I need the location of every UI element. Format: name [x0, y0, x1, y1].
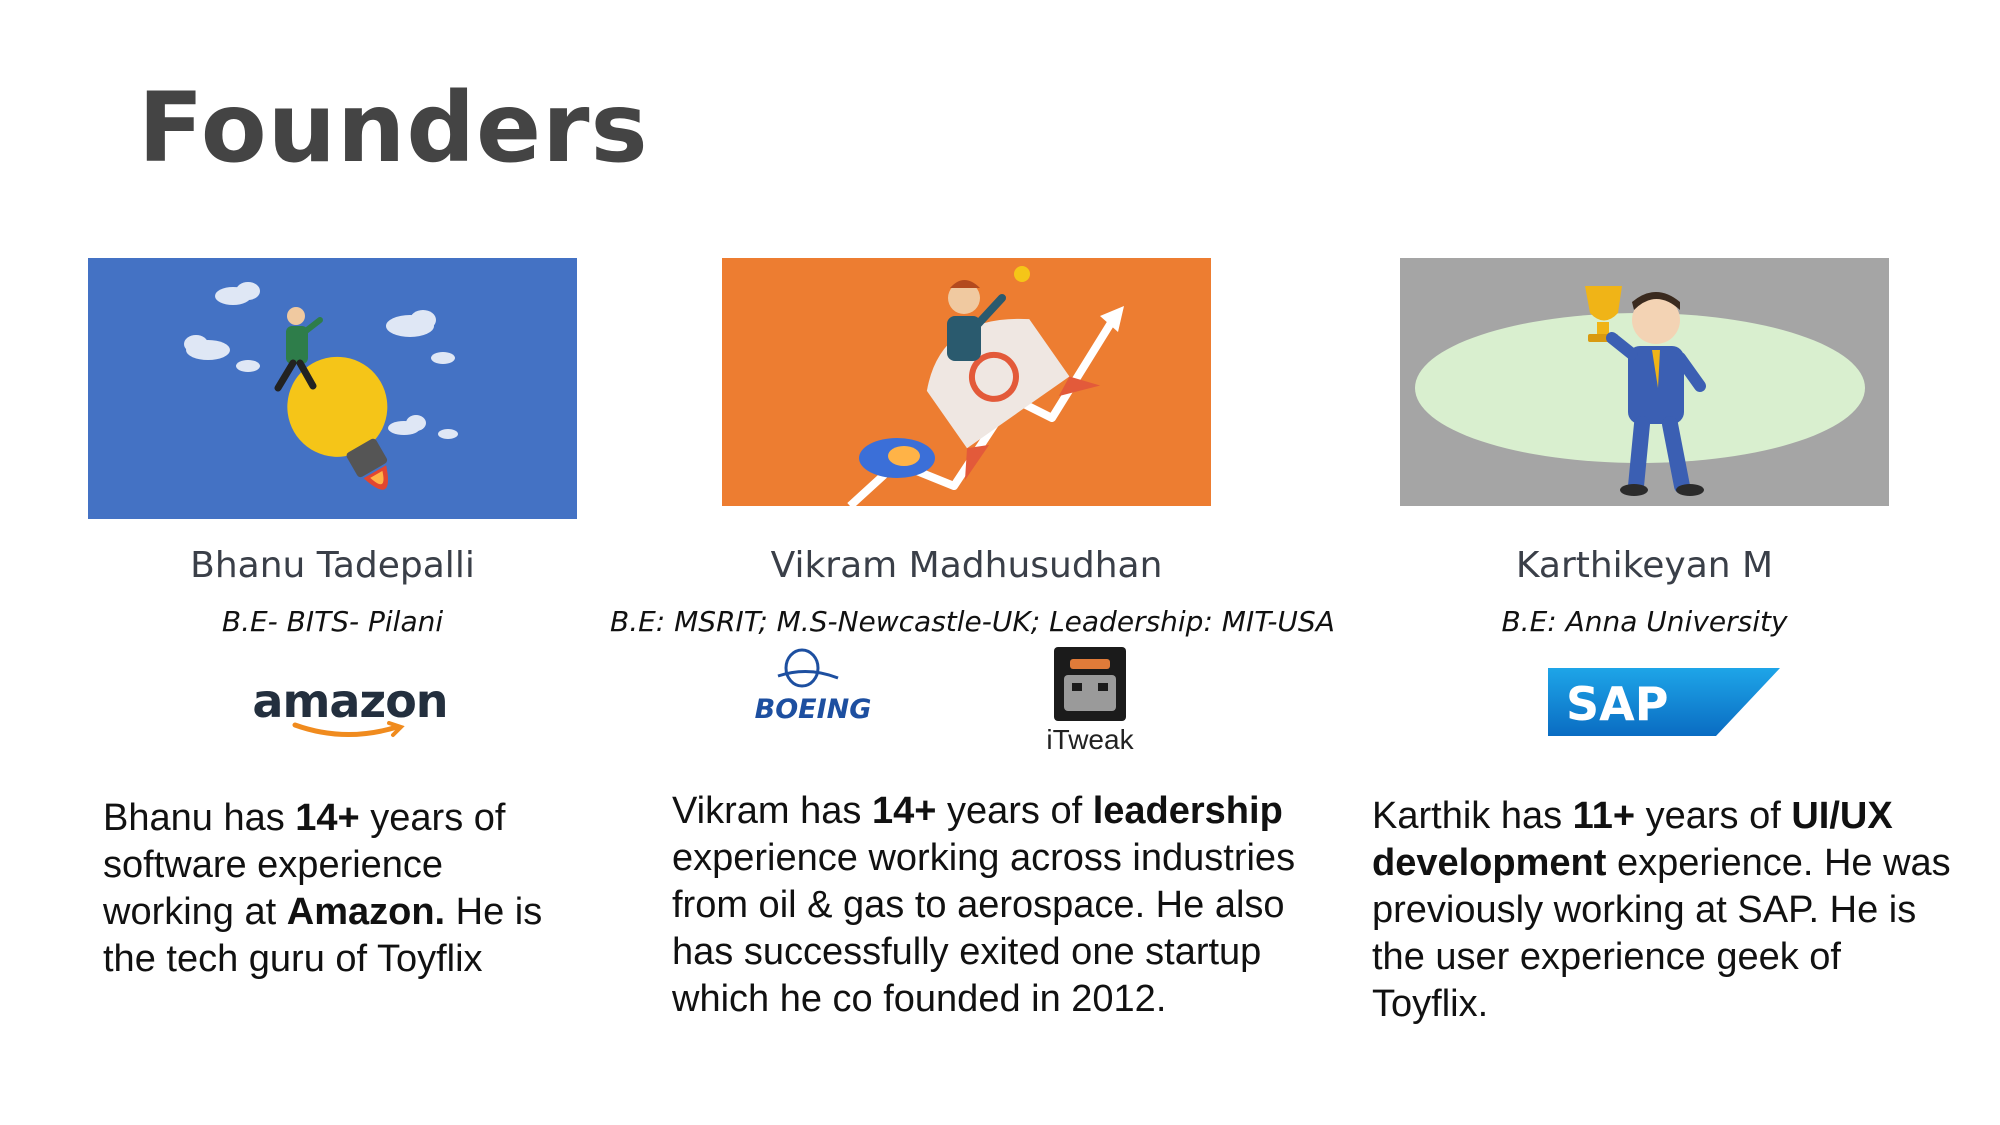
- amazon-logo-icon: amazon: [252, 674, 448, 728]
- sap-logo-icon: SAP: [1548, 668, 1780, 736]
- founder-2-logo-boeing: BOEING: [698, 638, 928, 728]
- founder-3-education: B.E: Anna University: [1501, 605, 1788, 638]
- founder-2-name: Vikram Madhusudhan: [770, 545, 1163, 586]
- amazon-smile-icon: [292, 721, 405, 738]
- founder-3-illustration: [1400, 258, 1889, 506]
- founder-2-bio: Vikram has 14+ years of leadership exper…: [672, 790, 1296, 1020]
- founder-2-education: B.E: MSRIT; M.S-Newcastle-UK; Leadership…: [610, 605, 1335, 638]
- man-riding-lightbulb-rocket-icon: [184, 282, 458, 490]
- man-holding-trophy-icon: [1415, 286, 1865, 496]
- founder-3-bio: Karthik has 11+ years of UI/UX developme…: [1372, 795, 1951, 1025]
- founder-1-logo: amazon: [240, 675, 460, 750]
- boeing-logo-icon: BOEING: [755, 648, 872, 725]
- svg-text:SAP: SAP: [1566, 677, 1668, 731]
- founder-1-education: B.E- BITS- Pilani: [221, 605, 444, 638]
- founder-1-illustration: [88, 258, 577, 519]
- founder-2-illustration: [722, 258, 1211, 506]
- svg-text:BOEING: BOEING: [755, 694, 872, 725]
- man-riding-rocket-icon: [847, 266, 1124, 506]
- founder-1-bio: Bhanu has 14+ years of software experien…: [103, 797, 543, 980]
- page-title: Founders: [138, 72, 649, 184]
- founder-3-logo: SAP: [1548, 668, 1780, 736]
- founder-2-logo-itweak: iTweak: [1030, 645, 1150, 755]
- founder-1-name: Bhanu Tadepalli: [190, 545, 475, 586]
- itweak-logo-icon: [1054, 647, 1126, 721]
- founder-3-name: Karthikeyan M: [1515, 545, 1774, 586]
